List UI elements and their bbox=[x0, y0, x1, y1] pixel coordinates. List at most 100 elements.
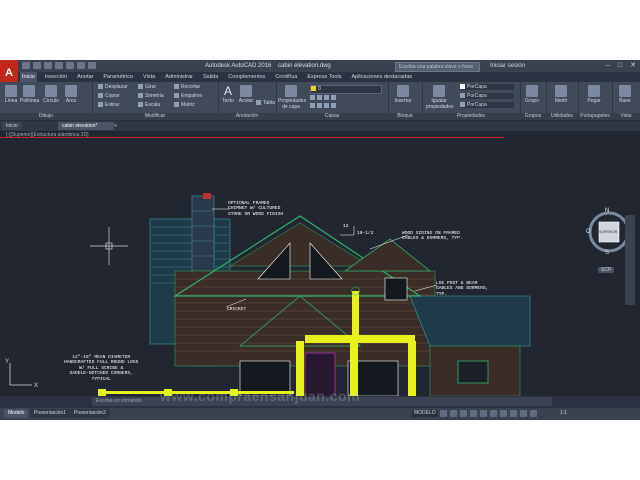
panel-label-dibujo[interactable]: Dibujo bbox=[0, 113, 92, 120]
array-icon bbox=[174, 102, 179, 108]
panel-label-vista[interactable]: Vista bbox=[612, 113, 640, 120]
dormer-window bbox=[384, 277, 408, 301]
color-dropdown[interactable]: PorCapa bbox=[460, 84, 514, 90]
layout-tab-presentacion2[interactable]: Presentación2 bbox=[70, 409, 110, 418]
ribbon-tab[interactable]: Salida bbox=[201, 72, 220, 82]
ribbon-tab[interactable]: Inserción bbox=[43, 72, 69, 82]
layer-dropdown[interactable]: 0 bbox=[310, 85, 382, 94]
ortho-icon[interactable] bbox=[460, 410, 467, 417]
trim-button[interactable]: Recortar bbox=[174, 84, 200, 90]
print-icon[interactable] bbox=[66, 62, 74, 69]
layout-tab-presentacion1[interactable]: Presentación1 bbox=[30, 409, 70, 418]
layer-properties-tool[interactable]: Propiedades de capa bbox=[278, 85, 307, 110]
panel-label-anotacion[interactable]: Anotación bbox=[218, 113, 276, 120]
close-icon[interactable]: ✕ bbox=[630, 60, 636, 72]
measure-tool[interactable]: Medir bbox=[552, 85, 570, 104]
table-button[interactable]: Tabla bbox=[256, 100, 275, 106]
circle-tool[interactable]: Círculo bbox=[42, 85, 60, 104]
insert-tool[interactable]: Insertar bbox=[394, 85, 412, 104]
match-properties-icon bbox=[433, 85, 445, 97]
layer-tools-row2[interactable] bbox=[310, 103, 338, 109]
move-button[interactable]: Desplazar bbox=[98, 84, 128, 90]
color-swatch-icon bbox=[460, 84, 465, 90]
match-properties-tool[interactable]: Igualar propiedades bbox=[426, 85, 454, 110]
panel-label-bloque[interactable]: Bloque bbox=[388, 113, 422, 120]
rotate-button[interactable]: Girar bbox=[138, 84, 156, 90]
selection-cycling-icon[interactable] bbox=[520, 410, 527, 417]
open-icon[interactable] bbox=[33, 62, 41, 69]
annotation-pitch-rise: 12 bbox=[343, 224, 349, 229]
arc-tool[interactable]: Arco bbox=[62, 85, 80, 104]
rotate-icon bbox=[138, 84, 143, 90]
grid-icon[interactable] bbox=[440, 410, 447, 417]
panel-label-modificar[interactable]: Modificar bbox=[92, 113, 218, 120]
porch-post-3 bbox=[408, 341, 416, 396]
file-title: cabin elevation.dwg bbox=[278, 63, 331, 69]
paste-icon bbox=[588, 85, 600, 97]
otrack-icon[interactable] bbox=[490, 410, 497, 417]
ribbon-tab[interactable]: Paramétrico bbox=[101, 72, 135, 82]
ribbon-tab[interactable]: Complementos bbox=[226, 72, 267, 82]
ribbon-tab[interactable]: Anotar bbox=[75, 72, 95, 82]
fillet-button[interactable]: Empalme bbox=[174, 93, 202, 99]
panel-label-utilidades[interactable]: Utilidades bbox=[546, 113, 578, 120]
group-tool[interactable]: Grupo bbox=[523, 85, 541, 104]
base-view-tool[interactable]: Base bbox=[616, 85, 634, 104]
lineweight-dropdown[interactable]: PorCapa bbox=[460, 93, 514, 99]
annotation-visibility-icon[interactable] bbox=[530, 410, 537, 417]
ribbon-tab[interactable]: Inicio bbox=[20, 72, 37, 82]
osnap-icon[interactable] bbox=[480, 410, 487, 417]
save-icon[interactable] bbox=[44, 62, 52, 69]
group-label: Grupo bbox=[525, 98, 539, 104]
panel-label-portapapeles[interactable]: Portapapeles bbox=[578, 113, 612, 120]
polar-icon[interactable] bbox=[470, 410, 477, 417]
ribbon-tab[interactable]: Administrar bbox=[163, 72, 195, 82]
tab-start[interactable]: Inicio bbox=[2, 122, 22, 130]
viewcube-south[interactable]: S bbox=[605, 250, 609, 256]
ribbon-tab[interactable]: Contiñua bbox=[273, 72, 299, 82]
panel-label-capas[interactable]: Capas bbox=[276, 113, 388, 120]
viewcube-north[interactable]: N bbox=[605, 208, 609, 214]
polyline-tool[interactable]: Polilínea bbox=[20, 85, 39, 104]
text-tool[interactable]: A Texto bbox=[219, 85, 237, 104]
drawing-canvas[interactable]: [-][Superior][Estructura alámbrica 2D] Y… bbox=[0, 131, 640, 396]
maximize-icon[interactable]: □ bbox=[618, 60, 622, 72]
ribbon-tab[interactable]: Express Tools bbox=[305, 72, 343, 82]
wcs-menu[interactable]: SCP bbox=[598, 267, 615, 273]
scale-button[interactable]: Escala bbox=[138, 102, 160, 108]
tab-cabin-elevation[interactable]: cabin elevation* bbox=[58, 122, 114, 130]
lineweight-toggle-icon[interactable] bbox=[500, 410, 507, 417]
annotation-scale[interactable]: 1:1 bbox=[560, 410, 567, 416]
stretch-button[interactable]: Estirar bbox=[98, 102, 119, 108]
undo-icon[interactable] bbox=[77, 62, 85, 69]
viewcube-west[interactable]: O bbox=[586, 229, 591, 235]
save-as-icon[interactable] bbox=[55, 62, 63, 69]
model-space-toggle[interactable]: MODELO bbox=[412, 410, 438, 417]
paste-tool[interactable]: Pegar bbox=[585, 85, 603, 104]
linetype-dropdown[interactable]: PorCapa bbox=[460, 102, 514, 108]
transparency-icon[interactable] bbox=[510, 410, 517, 417]
ribbon-tab[interactable]: Aplicaciones destacadas bbox=[349, 72, 414, 82]
new-icon[interactable] bbox=[22, 62, 30, 69]
mirror-button[interactable]: Simetría bbox=[138, 93, 164, 99]
line-tool[interactable]: Línea bbox=[2, 85, 20, 104]
snap-icon[interactable] bbox=[450, 410, 457, 417]
match-properties-label: Igualar propiedades bbox=[426, 98, 454, 110]
navigation-bar[interactable] bbox=[625, 215, 635, 305]
viewcube-face-label[interactable]: SUPERIOR bbox=[599, 230, 617, 234]
panel-label-grupos[interactable]: Grupos bbox=[520, 113, 546, 120]
search-input[interactable]: Escriba una palabra clave o frase bbox=[395, 62, 480, 72]
minimize-icon[interactable]: – bbox=[606, 60, 610, 72]
sign-in-button[interactable]: Iniciar sesión bbox=[490, 60, 525, 72]
layout-tab-model[interactable]: Modelo bbox=[4, 409, 29, 418]
layer-tools-row1[interactable] bbox=[310, 95, 338, 101]
dimension-tool[interactable]: Acotar bbox=[237, 85, 255, 104]
array-button[interactable]: Matriz bbox=[174, 102, 195, 108]
redo-icon[interactable] bbox=[88, 62, 96, 69]
new-tab-button[interactable]: + bbox=[110, 122, 121, 130]
panel-label-propiedades[interactable]: Propiedades bbox=[422, 113, 520, 120]
copy-label: Copiar bbox=[105, 93, 120, 99]
copy-button[interactable]: Copiar bbox=[98, 93, 120, 99]
layer-properties-label: Propiedades de capa bbox=[278, 98, 307, 110]
ribbon-tab[interactable]: Vista bbox=[141, 72, 157, 82]
